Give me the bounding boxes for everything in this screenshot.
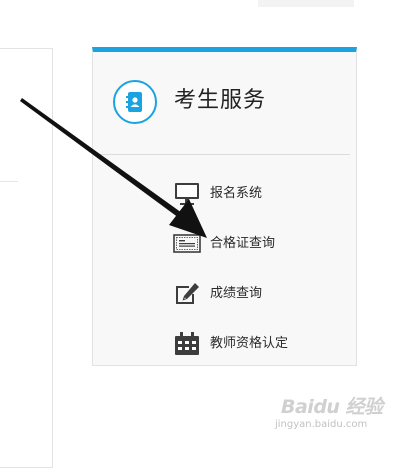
certificate-icon: [173, 231, 201, 257]
watermark-text: jingyan.baidu.com: [275, 419, 368, 430]
menu-item-label: 教师资格认定: [210, 336, 289, 351]
menu-item-label: 合格证查询: [210, 236, 276, 251]
card-title: 考生服务: [174, 88, 267, 113]
watermark-logo: Baidu 经验: [281, 396, 383, 418]
menu-item-label: 成绩查询: [210, 286, 263, 301]
candidate-service-card: 考生服务 报名系统 合格证查询 成绩查询 教师资格认定: [92, 47, 357, 366]
menu-item-score-query[interactable]: 成绩查询: [173, 279, 333, 309]
menu-item-teacher-certification[interactable]: 教师资格认定: [173, 329, 333, 359]
left-content-panel: [0, 48, 53, 468]
monitor-icon: [173, 181, 201, 207]
watermark: Baidu 经验 jingyan.baidu.com: [275, 392, 405, 438]
menu-item-label: 报名系统: [210, 186, 263, 201]
menu-item-certificate-query[interactable]: 合格证查询: [173, 229, 333, 259]
top-strip: [258, 0, 354, 7]
edit-icon: [173, 281, 201, 307]
address-book-icon: [113, 80, 157, 124]
menu-item-registration-system[interactable]: 报名系统: [173, 179, 333, 209]
card-divider: [99, 154, 350, 155]
calendar-icon: [173, 331, 201, 357]
left-panel-divider: [0, 181, 18, 182]
card-header: 考生服务: [93, 52, 356, 154]
